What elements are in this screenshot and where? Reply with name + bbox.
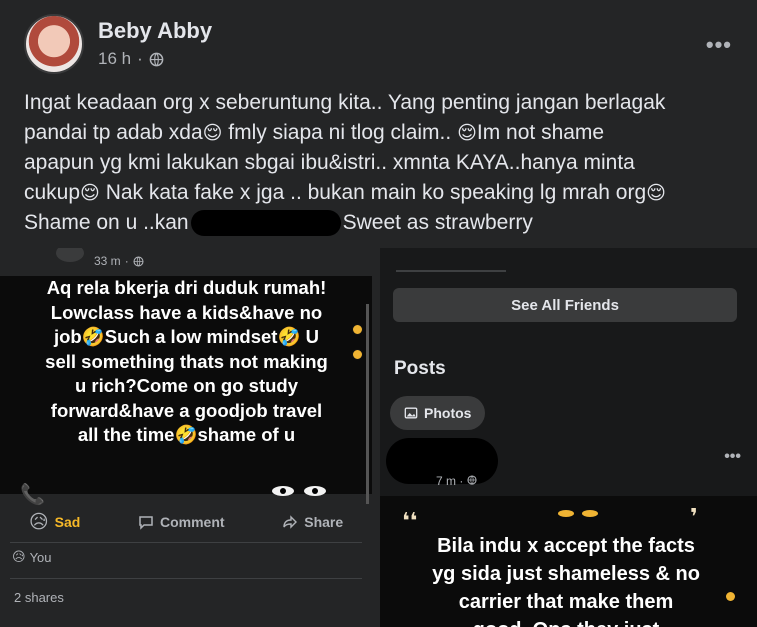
sad-label: Sad [54,514,81,530]
sticker-dots [352,324,363,374]
story-line: Bila indu x accept the facts [437,535,695,557]
sad-emoji-icon: 😥 [12,550,26,565]
story-image-right: ❛❛ ❜ Bila indu x accept the facts yg sid… [380,496,757,627]
story-line: good..Ops they just [406,616,726,627]
post-text-line: cukup [24,181,81,204]
sad-emoji-icon: 😥 [28,511,49,533]
separator-dot: · [124,254,129,268]
divider [10,542,362,543]
post-text-line: Shame on u ..kan [24,211,189,234]
shares-count[interactable]: 2 shares [14,590,64,605]
story-line: yg sida just shameless & no [432,563,700,585]
action-bar: 😥 Sad Comment Share [0,502,372,542]
globe-icon [133,255,144,267]
posts-heading: Posts [394,358,446,379]
comment-icon [139,516,153,530]
post-time[interactable]: 16 h [98,49,131,69]
post-text-line: Nak kata fake x jga .. bukan main ko spe… [99,181,647,204]
post-text-line: Im not shame [476,121,605,144]
share-label: Share [304,514,344,530]
sad-reaction-button[interactable]: 😥 Sad [29,511,81,533]
share-icon [283,515,298,529]
post-header: Beby Abby 16 h · ••• [24,14,744,74]
reaction-summary[interactable]: 😥 You [12,550,52,565]
redaction-block [190,210,341,237]
scrollbar[interactable] [366,304,369,504]
right-post-meta: 7 m · [436,474,477,488]
globe-icon [467,475,477,485]
globe-icon[interactable] [149,52,164,67]
story-image-left: Aq rela bkerja dri duduk rumah! Lowclass… [0,276,372,506]
share-button[interactable]: Share [282,514,343,530]
story-line: job🤣Such a low mindset🤣 U [53,326,319,347]
sticker-dot [726,592,735,601]
post-text-line: apapun yg kmi lakukan sbgai ibu&istri.. … [24,151,635,174]
divider [10,578,362,579]
attached-screenshots[interactable]: 33 m · Aq rela bkerja dri duduk rumah! L… [0,248,757,627]
relieved-emoji: 😌 [646,182,666,204]
story-line: Aq rela bkerja dri duduk rumah! [46,277,327,298]
comment-button[interactable]: Comment [138,514,225,530]
photos-button[interactable]: Photos [390,396,486,430]
quote-close-icon: ❜ [690,504,698,529]
more-options-icon[interactable]: ••• [724,448,741,466]
eyes-sticker-icon [272,486,326,496]
see-all-friends-button[interactable]: See All Friends [393,288,737,322]
story-line: forward&have a goodjob travel [50,399,323,421]
photos-label: Photos [424,405,472,421]
story-line: sell something thats not making [45,350,328,372]
more-options-icon[interactable]: ••• [706,32,732,58]
left-post-time: 33 m [94,254,121,268]
post-body: Ingat keadaan org x seberuntung kita.. Y… [24,88,736,238]
divider [396,270,506,272]
separator-dot: · [137,49,143,68]
post-text-line: Ingat keadaan org x seberuntung kita.. Y… [24,91,666,114]
eyes-sticker-icon [558,510,598,517]
story-text: Aq rela bkerja dri duduk rumah! Lowclass… [14,276,359,448]
post-meta: 16 h · [98,49,164,69]
left-post-meta: 33 m · [94,254,144,268]
reaction-text: You [29,550,52,565]
quote-open-icon: ❛❛ [402,508,418,533]
avatar [56,248,84,262]
story-text: Bila indu x accept the facts yg sida jus… [406,532,726,627]
story-line: Lowclass have a kids&have no [50,301,323,323]
post-text-line: pandai tp adab xda [24,121,203,144]
post-text-line: fmly siapa ni tlog claim.. [222,121,458,144]
story-line: u rich?Come on go study [74,375,299,396]
relieved-emoji: 😌 [457,122,477,144]
author-avatar[interactable] [24,14,84,74]
comment-label: Comment [160,514,225,530]
story-line: carrier that make them [458,591,674,613]
relieved-emoji: 😌 [202,122,223,144]
screenshot-right[interactable]: See All Friends Posts Photos 7 m · ••• ❛… [380,248,757,627]
screenshot-left[interactable]: 33 m · Aq rela bkerja dri duduk rumah! L… [0,248,380,627]
right-post-time: 7 m [436,474,457,488]
story-line: all the time🤣shame of u [77,424,296,445]
author-name[interactable]: Beby Abby [98,18,212,44]
post-text-line: Sweet as strawberry [342,211,533,234]
photo-icon [404,407,418,419]
relieved-emoji: 😌 [80,182,100,204]
